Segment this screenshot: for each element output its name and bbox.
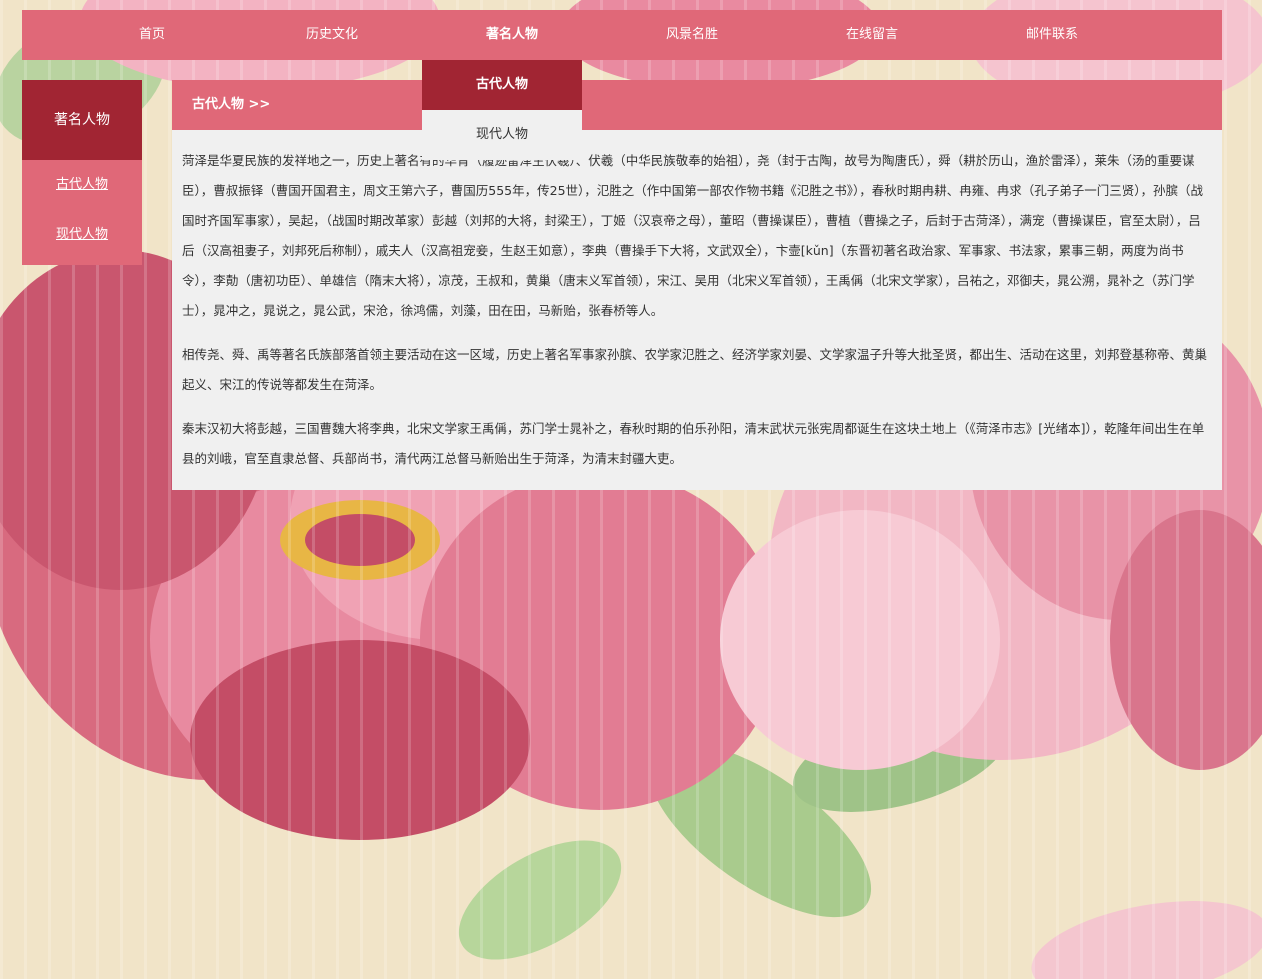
article-body: 菏泽是华夏民族的发祥地之一，历史上著名有的华胥（履迹雷泽生伏羲）、伏羲（中华民族… xyxy=(172,130,1222,490)
nav-dropdown-people: 古代人物 现代人物 xyxy=(422,60,582,160)
nav-item-scenery[interactable]: 风景名胜 xyxy=(602,10,782,60)
sidebar-item-modern[interactable]: 现代人物 xyxy=(22,210,142,260)
breadcrumb: 古代人物 >> xyxy=(172,80,1222,130)
content-panel: 古代人物 >> 菏泽是华夏民族的发祥地之一，历史上著名有的华胥（履迹雷泽生伏羲）… xyxy=(172,80,1222,490)
article-paragraph: 秦末汉初大将彭越，三国曹魏大将李典，北宋文学家王禹偁，苏门学士晁补之，春秋时期的… xyxy=(182,421,1205,466)
nav-item-history[interactable]: 历史文化 xyxy=(242,10,422,60)
nav-item-email[interactable]: 邮件联系 xyxy=(962,10,1142,60)
nav-item-message[interactable]: 在线留言 xyxy=(782,10,962,60)
nav-item-people[interactable]: 著名人物 xyxy=(422,10,602,60)
article-paragraph: 相传尧、舜、禹等著名氏族部落首领主要活动在这一区域，历史上著名军事家孙膑、农学家… xyxy=(182,347,1208,392)
nav-item-home[interactable]: 首页 xyxy=(62,10,242,60)
sidebar-title: 著名人物 xyxy=(22,80,142,160)
sidebar-list: 古代人物 现代人物 xyxy=(22,160,142,265)
article-paragraph: 菏泽是华夏民族的发祥地之一，历史上著名有的华胥（履迹雷泽生伏羲）、伏羲（中华民族… xyxy=(182,153,1204,318)
sidebar-item-ancient[interactable]: 古代人物 xyxy=(22,160,142,210)
dropdown-item-modern[interactable]: 现代人物 xyxy=(422,110,582,160)
dropdown-item-ancient[interactable]: 古代人物 xyxy=(422,60,582,110)
top-nav: 首页 历史文化 著名人物 风景名胜 在线留言 邮件联系 xyxy=(22,10,1222,60)
sidebar: 著名人物 古代人物 现代人物 xyxy=(22,80,142,265)
